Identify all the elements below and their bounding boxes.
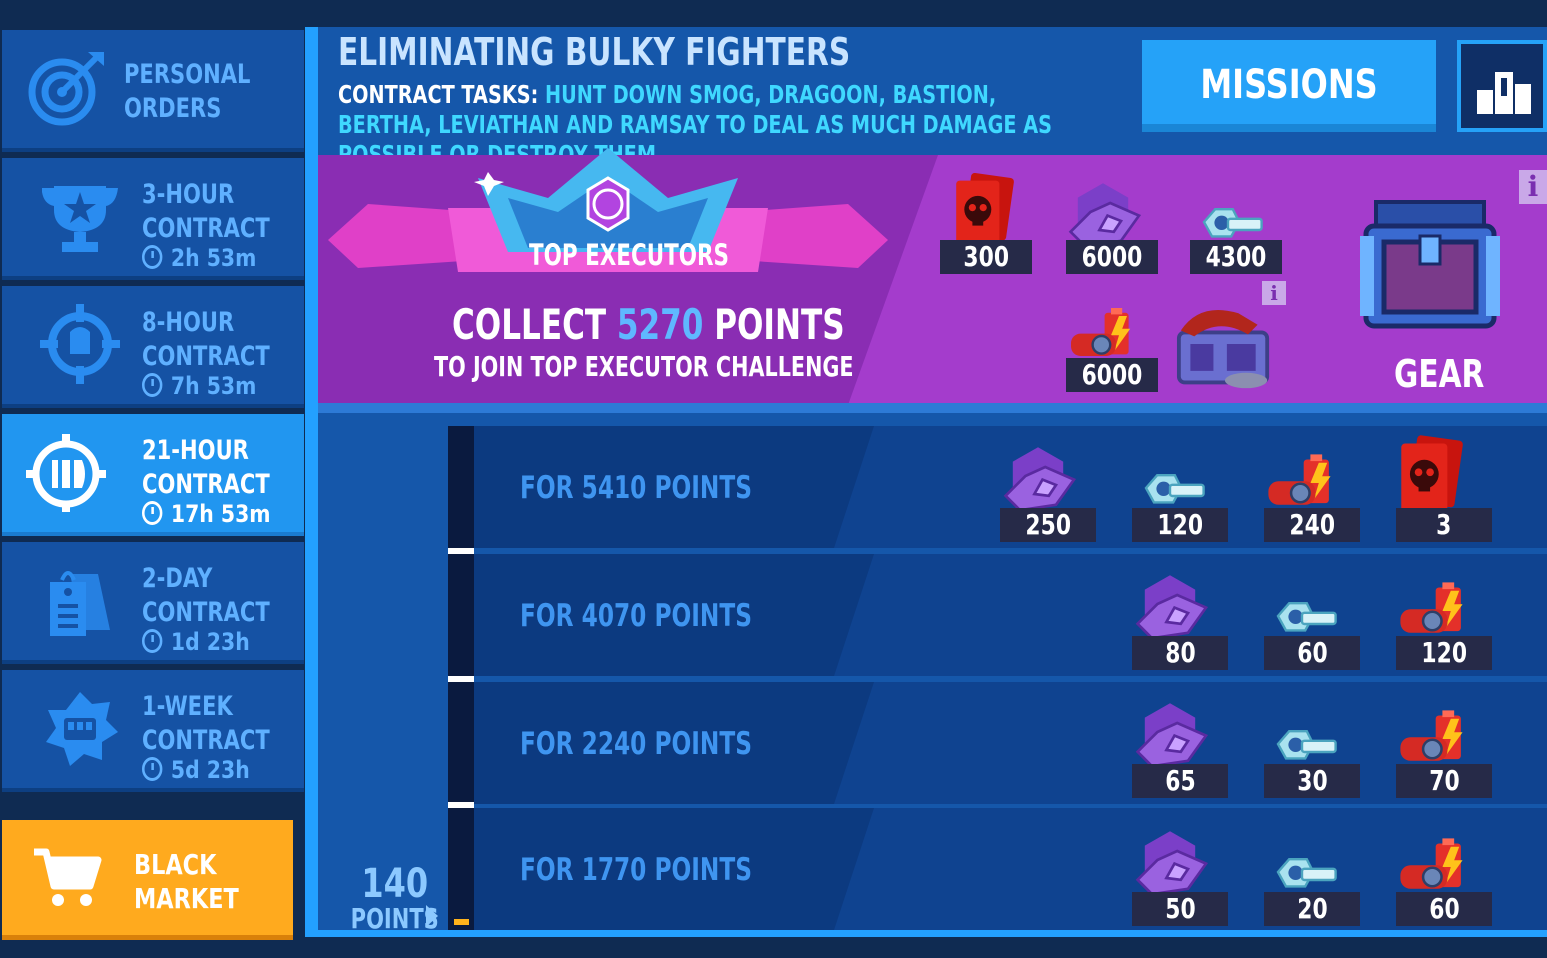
tier-tick	[448, 676, 474, 682]
points-progress-fill	[454, 919, 469, 925]
sidebar-item-8-hour-contract[interactable]: 8-HOUR CONTRACT 7h 53m	[2, 286, 304, 408]
reward-quantity: 65	[1132, 764, 1228, 798]
contract-timer: 17h 53m	[142, 500, 271, 528]
timer-icon	[142, 373, 163, 397]
sidebar-item-1-week-contract[interactable]: 1-WEEK CONTRACT 5d 23h	[2, 670, 304, 792]
cart-icon	[34, 848, 102, 906]
reward-quantity: 300	[940, 240, 1032, 274]
timer-icon	[142, 629, 163, 653]
reward-quantity: 30	[1264, 764, 1360, 798]
contract-title: ELIMINATING BULKY FIGHTERS	[338, 30, 851, 74]
black-market-label: MARKET	[134, 882, 239, 915]
contract-emblem-icon	[26, 434, 106, 512]
tier-points-label: FOR 4070 POINTS	[520, 598, 752, 634]
contract-timer: 7h 53m	[142, 372, 256, 400]
tier-tick	[448, 802, 474, 808]
sidebar-item-label: PERSONAL	[124, 59, 251, 90]
trophy-icon	[42, 186, 118, 252]
reward-quantity: 120	[1132, 508, 1228, 542]
tags-icon	[50, 571, 110, 636]
tier-points-label: FOR 2240 POINTS	[520, 726, 752, 762]
sidebar-item-label: ORDERS	[124, 93, 222, 124]
reward-quantity: 70	[1396, 764, 1492, 798]
reward-quantity: 3	[1396, 508, 1492, 542]
top-executors-label: TOP EXECUTORS	[529, 238, 729, 272]
join-challenge-text: TO JOIN TOP EXECUTOR CHALLENGE	[434, 350, 854, 383]
reward-quantity: 80	[1132, 636, 1228, 670]
contract-tasks-label: CONTRACT TASKS:	[338, 80, 539, 109]
crosshair-icon	[40, 304, 120, 384]
sidebar-item-label: CONTRACT	[142, 213, 270, 244]
sidebar-item-label: 2-DAY	[142, 563, 213, 594]
reward-quantity: 6000	[1066, 358, 1158, 392]
leaderboard-icon	[1477, 72, 1531, 114]
reward-quantity: 120	[1396, 636, 1492, 670]
gear-info-button[interactable]: i	[1519, 170, 1547, 204]
sidebar-item-label: CONTRACT	[142, 469, 270, 500]
reward-quantity: 250	[1000, 508, 1096, 542]
sidebar-item-label: CONTRACT	[142, 725, 270, 756]
sidebar-item-label: CONTRACT	[142, 597, 270, 628]
reward-quantity: 20	[1264, 892, 1360, 926]
sidebar-item-label: 21-HOUR	[142, 435, 249, 466]
missions-button[interactable]: MISSIONS	[1142, 40, 1436, 132]
timer-icon	[142, 501, 163, 525]
sidebar-item-label: CONTRACT	[142, 341, 270, 372]
black-market-label: BLACK	[134, 848, 217, 881]
sidebar-item-label: 1-WEEK	[142, 691, 233, 722]
tier-points-label: FOR 5410 POINTS	[520, 470, 752, 506]
missions-label: MISSIONS	[1200, 62, 1378, 108]
black-market-button[interactable]: BLACK MARKET	[2, 820, 293, 940]
sidebar-item-21-hour-contract[interactable]: 21-HOUR CONTRACT 17h 53m	[2, 414, 304, 536]
contract-timer: 2h 53m	[142, 244, 256, 272]
crate-icon[interactable]	[1166, 296, 1282, 392]
sidebar-item-2-day-contract[interactable]: 2-DAY CONTRACT 1d 23h	[2, 542, 304, 664]
sidebar-item-personal-orders[interactable]: PERSONAL ORDERS	[2, 30, 304, 152]
reward-quantity: 50	[1132, 892, 1228, 926]
sidebar-item-label: 8-HOUR	[142, 307, 235, 338]
contract-timer: 1d 23h	[142, 628, 250, 656]
reward-quantity: 4300	[1190, 240, 1282, 274]
tier-points-label: FOR 1770 POINTS	[520, 852, 752, 888]
reward-quantity: 60	[1396, 892, 1492, 926]
gear-chest-icon[interactable]	[1356, 192, 1504, 336]
current-points-value: 140	[361, 861, 429, 907]
reward-quantity: 60	[1264, 636, 1360, 670]
sidebar-item-3-hour-contract[interactable]: 3-HOUR CONTRACT 2h 53m	[2, 158, 304, 280]
gear-label: GEAR	[1394, 352, 1485, 396]
fist-badge-icon	[46, 692, 118, 766]
timer-icon	[142, 245, 163, 269]
tier-tick	[448, 548, 474, 554]
crate-info-button[interactable]: i	[1262, 281, 1286, 305]
points-pointer-icon	[426, 905, 438, 927]
contract-timer: 5d 23h	[142, 756, 250, 784]
sidebar-item-label: 3-HOUR	[142, 179, 235, 210]
timer-icon	[142, 757, 163, 781]
target-icon	[28, 52, 104, 126]
collect-points-text: COLLECT 5270 POINTS	[452, 300, 845, 349]
reward-quantity: 6000	[1066, 240, 1158, 274]
leaderboard-button[interactable]	[1457, 40, 1547, 132]
required-points: 5270	[616, 300, 704, 349]
reward-quantity: 240	[1264, 508, 1360, 542]
